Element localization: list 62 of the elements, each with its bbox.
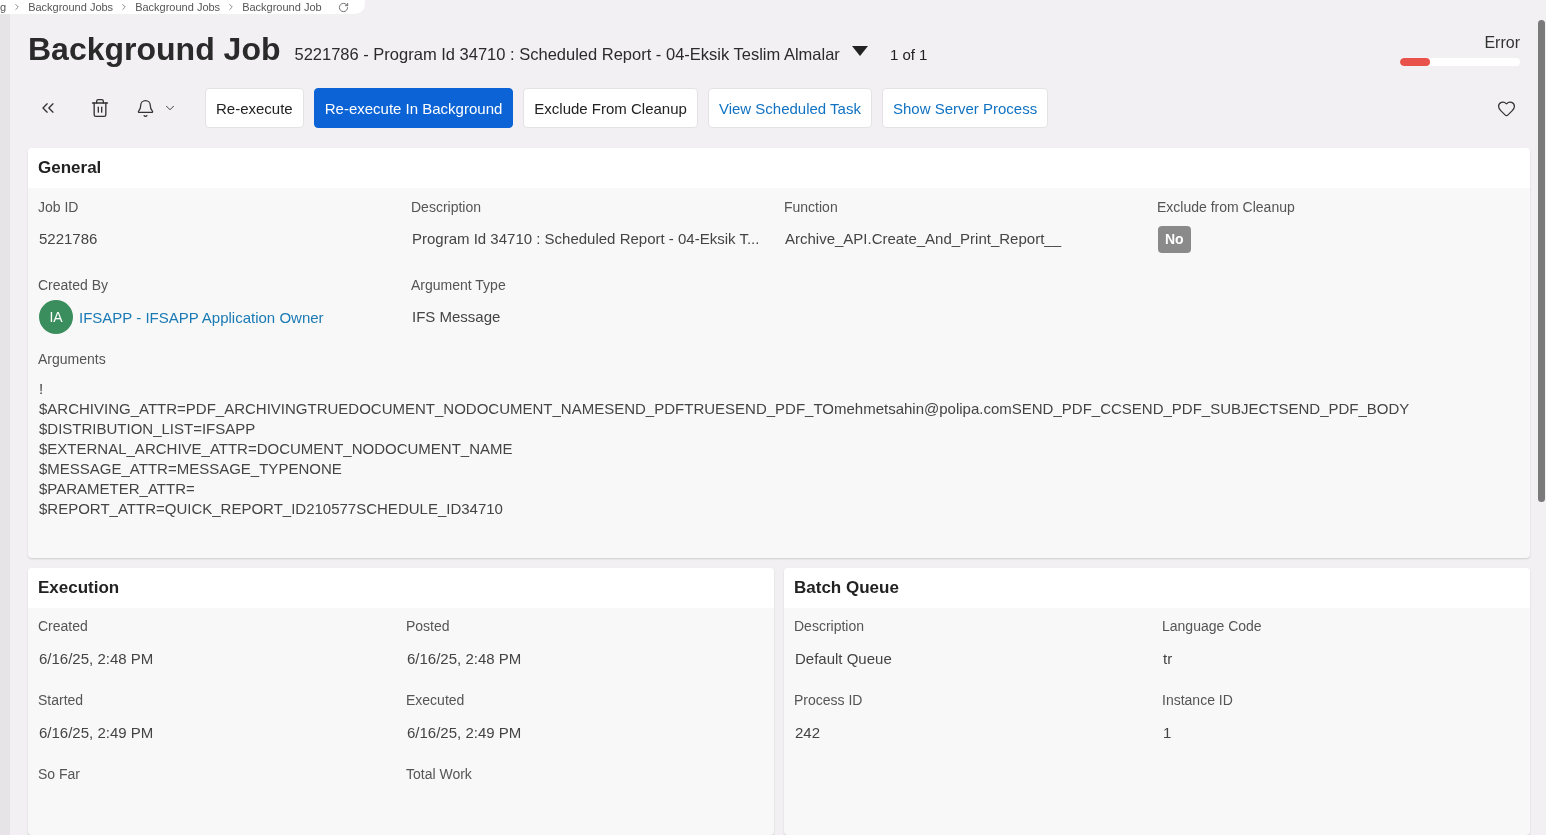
field-label: Started <box>38 691 85 710</box>
field-label: Arguments <box>38 350 107 369</box>
field-value: 6/16/25, 2:48 PM <box>407 649 522 669</box>
field-value: tr <box>1163 649 1173 669</box>
record-title: 5221786 - Program Id 34710 : Scheduled Report - 04-Eksik Teslim Almalar <box>294 45 840 64</box>
panel-title: General <box>38 158 102 178</box>
field-value: 6/16/25, 2:49 PM <box>39 723 154 743</box>
toolbar-button[interactable]: Re-execute In Background <box>313 88 514 128</box>
argument-line: $REPORT_ATTR=QUICK_REPORT_ID210577SCHEDULE_ID34710 <box>39 499 504 519</box>
field-label: Description <box>794 617 866 636</box>
toolbar-button[interactable]: Exclude From Cleanup <box>523 88 698 128</box>
field-value: Program Id 34710 : Scheduled Report - 04-Eksik T... <box>412 229 760 249</box>
field-value: 242 <box>795 723 821 743</box>
breadcrumb-link[interactable]: g <box>0 0 7 14</box>
field-label: Created By <box>38 276 110 295</box>
field-value: 6/16/25, 2:49 PM <box>407 723 522 743</box>
field-value: Archive_API.Create_And_Print_Report__ <box>785 229 1061 249</box>
caret-down-icon <box>851 46 868 56</box>
field-label: Argument Type <box>411 276 507 295</box>
toolbar-button[interactable]: Show Server Process <box>881 88 1049 128</box>
heart-icon <box>1496 98 1516 118</box>
argument-line: $EXTERNAL_ARCHIVE_ATTR=DOCUMENT_NODOCUMENT_NAME <box>39 439 514 459</box>
argument-line: ! <box>39 379 45 399</box>
toolbar-button[interactable]: View Scheduled Task <box>707 88 872 128</box>
breadcrumb-link[interactable]: Background Jobs <box>135 0 221 14</box>
record-dropdown-button[interactable] <box>851 46 868 56</box>
field-label: Created <box>38 617 89 636</box>
field-label: Job ID <box>38 198 80 217</box>
breadcrumb-link[interactable]: Background Job <box>242 0 322 14</box>
field-label: Posted <box>406 617 451 636</box>
argument-line: $PARAMETER_ATTR= <box>39 479 196 499</box>
field-label: Total Work <box>406 765 473 784</box>
field-label: Function <box>784 198 839 217</box>
page-title: Background Job <box>28 30 281 69</box>
argument-line: $DISTRIBUTION_LIST=IFSAPP <box>39 419 257 439</box>
status-label: Error <box>1484 34 1520 52</box>
toolbar-button[interactable]: Re-execute <box>205 88 304 128</box>
field-label: Process ID <box>794 691 864 710</box>
breadcrumb-link[interactable]: Background Jobs <box>28 0 114 14</box>
refresh-icon[interactable] <box>337 1 349 13</box>
panel-title: Batch Queue <box>794 578 899 598</box>
field-value: Default Queue <box>795 649 892 669</box>
field-value: 5221786 <box>39 229 98 249</box>
field-value: IFS Message <box>412 307 501 327</box>
field-label: Language Code <box>1162 617 1263 636</box>
argument-line: $ARCHIVING_ATTR=PDF_ARCHIVINGTRUEDOCUMENT_NODOCUMENT_NAMESEND_PDFTRUESEND_PDF_TOmehmetsahin@polipa.comSEND_PDF_CCSEND_PDF_SUBJECTSEND_PDF_BODY <box>39 399 1411 419</box>
field-label: Description <box>411 198 483 217</box>
argument-line: $MESSAGE_ATTR=MESSAGE_TYPENONE <box>39 459 343 479</box>
field-label: Instance ID <box>1162 691 1234 710</box>
scrollbar-thumb[interactable] <box>1538 20 1545 502</box>
record-count: 1 of 1 <box>889 46 928 63</box>
user-link[interactable]: IFSAPP - IFSAPP Application Owner <box>79 308 324 326</box>
user-avatar: IA <box>39 300 73 334</box>
bell-icon <box>136 98 155 118</box>
field-label: Exclude from Cleanup <box>1157 198 1296 217</box>
field-value: 1 <box>1163 723 1172 743</box>
field-label: So Far <box>38 765 81 784</box>
panel-title: Execution <box>38 578 120 598</box>
field-value: 6/16/25, 2:48 PM <box>39 649 154 669</box>
field-label: Executed <box>406 691 466 710</box>
status-badge: No <box>1158 225 1191 253</box>
trash-icon <box>90 98 110 118</box>
